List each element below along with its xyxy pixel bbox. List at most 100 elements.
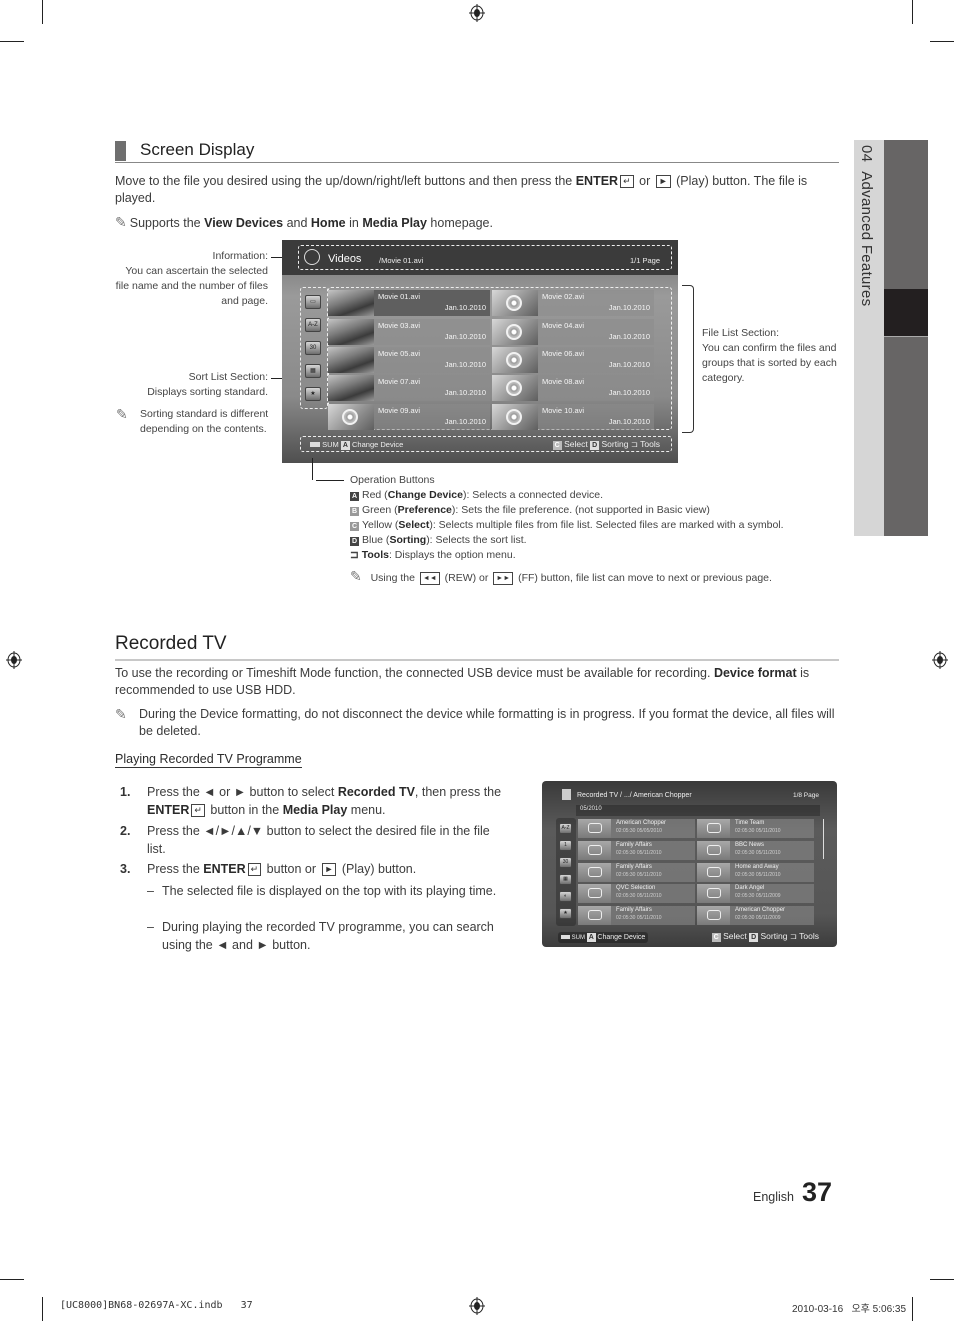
rew-ff-note: ✎ Using the ◄◄ (REW) or ►► (FF) button, …: [350, 569, 800, 586]
recording-item[interactable]: Family Affairs 02:05:30 05/11/2010: [578, 906, 695, 925]
recording-item[interactable]: Family Affairs 02:05:30 05/11/2010: [578, 863, 695, 882]
section-heading-screen-display: Screen Display: [115, 140, 839, 163]
yellow-button-icon: C: [350, 522, 359, 531]
film-reel-icon: [492, 290, 538, 316]
page-indicator: 1/8 Page: [792, 792, 819, 799]
recording-item[interactable]: American Chopper 02:05:30 05/11/2009: [697, 906, 814, 925]
file-item[interactable]: Movie 06.avi Jan.10.2010: [492, 347, 654, 373]
sort-genre-icon[interactable]: ◐: [559, 891, 572, 902]
file-item[interactable]: Movie 09.avi Jan.10.2010: [328, 404, 490, 430]
note-pencil-icon: ✎: [115, 214, 127, 230]
scrollbar[interactable]: [823, 819, 824, 859]
footer-language: English: [753, 1190, 794, 1204]
text: Recorded TV: [337, 785, 415, 799]
annotation-information: Information: You can ascertain the selec…: [112, 249, 268, 309]
page-number: 37: [802, 1177, 833, 1207]
recorded-tv-note: ✎ During the Device formatting, do not d…: [115, 706, 840, 740]
text: Tools: [361, 549, 389, 561]
recording-info: 02:05:30 05/11/2009: [735, 893, 781, 899]
text: ENTER: [147, 802, 190, 817]
sort-star-icon[interactable]: ★: [305, 387, 321, 401]
recording-item[interactable]: QVC Selection 02:05:30 05/11/2010: [578, 884, 695, 903]
select-label[interactable]: Select: [723, 931, 747, 941]
file-item[interactable]: Movie 02.avi Jan.10.2010: [492, 290, 654, 316]
blue-d-button[interactable]: D: [749, 933, 759, 942]
enter-icon: ↵: [247, 863, 262, 877]
file-name: Movie 08.avi: [542, 377, 585, 386]
play-icon: ►: [655, 175, 671, 189]
sort-channel-icon[interactable]: ▦: [559, 874, 572, 885]
film-reel-icon: [342, 409, 358, 425]
file-item[interactable]: Movie 03.avi Jan.10.2010: [328, 319, 490, 345]
sort-az-icon[interactable]: A-Z: [559, 823, 572, 834]
tools-label[interactable]: Tools: [799, 931, 819, 941]
sort-folder-icon[interactable]: ▭: [305, 295, 321, 309]
annotation-sort-note: ✎ Sorting standard is different dependin…: [116, 407, 276, 437]
chapter-tab-strip: [884, 140, 928, 536]
annotation-file-list: File List Section: You can confirm the f…: [702, 326, 842, 386]
change-device-label[interactable]: Change Device: [597, 934, 645, 941]
section-title-recorded-tv: Recorded TV: [115, 633, 227, 654]
video-thumbnail: [328, 375, 374, 401]
file-item[interactable]: Movie 01.avi Jan.10.2010: [328, 290, 490, 316]
recording-item[interactable]: BBC News 02:05:30 05/11/2010: [697, 841, 814, 860]
section-title: Screen Display: [140, 140, 255, 159]
red-a-button[interactable]: A: [340, 441, 350, 450]
recording-title: BBC News: [735, 842, 765, 848]
file-item[interactable]: Movie 04.avi Jan.10.2010: [492, 319, 654, 345]
tools-icon[interactable]: ⊐: [790, 931, 797, 941]
file-date: Jan.10.2010: [444, 417, 486, 426]
step-number: 1.: [120, 785, 131, 799]
sorting-label[interactable]: Sorting: [761, 931, 788, 941]
annotation-body: Sorting standard is different depending …: [140, 408, 269, 435]
sort-calendar-icon[interactable]: ▦: [305, 364, 321, 378]
yellow-c-button[interactable]: C: [711, 933, 721, 942]
recording-info: 02:05:30 05/11/2010: [735, 828, 781, 834]
crop-mark: [42, 0, 43, 24]
change-device-label[interactable]: Change Device: [352, 440, 403, 449]
recording-item[interactable]: American Chopper 02:05:30 05/05/2010: [578, 819, 695, 838]
film-reel-icon: [506, 295, 522, 311]
step-2: 2. Press the ◄/►/▲/▼ button to select th…: [120, 823, 510, 859]
step-1: 1. Press the ◄ or ► button to select Rec…: [120, 784, 510, 820]
step-text: Press the ◄/►/▲/▼ button to select the d…: [147, 824, 490, 856]
blue-d-button[interactable]: D: [590, 441, 600, 450]
tools-icon[interactable]: ⊐: [631, 439, 638, 449]
text: Change Device: [387, 489, 463, 501]
sort-number-icon[interactable]: 1: [559, 840, 572, 851]
file-item[interactable]: Movie 05.avi Jan.10.2010: [328, 347, 490, 373]
recording-item[interactable]: Time Team 02:05:30 05/11/2010: [697, 819, 814, 838]
text: or: [635, 174, 654, 188]
text: in: [345, 216, 363, 230]
tools-label[interactable]: Tools: [640, 439, 660, 449]
sort-a-z-icon[interactable]: A-Z: [305, 318, 321, 332]
select-label[interactable]: Select: [564, 439, 588, 449]
text: Press the ◄ or ► button to select: [147, 785, 338, 799]
recorded-tv-intro: To use the recording or Timeshift Mode f…: [115, 665, 840, 699]
recording-item[interactable]: Dark Angel 02:05:30 05/11/2009: [697, 884, 814, 903]
sort-30-icon[interactable]: 30: [305, 341, 321, 355]
text: button in the: [206, 802, 283, 817]
file-item[interactable]: Movie 08.avi Jan.10.2010: [492, 375, 654, 401]
subpoint-text: During playing the recorded TV programme…: [162, 920, 494, 952]
text: button or: [263, 862, 320, 876]
file-item[interactable]: Movie 07.avi Jan.10.2010: [328, 375, 490, 401]
recording-item[interactable]: Home and Away 02:05:30 05/11/2010: [697, 863, 814, 882]
text: Supports the: [129, 216, 205, 230]
recording-title: Family Affairs: [616, 864, 652, 870]
enter-label: ENTER: [575, 174, 619, 188]
video-camera-icon: [588, 823, 602, 833]
red-a-button[interactable]: A: [586, 933, 596, 942]
file-date: Jan.10.2010: [444, 303, 486, 312]
sorting-label[interactable]: Sorting: [602, 439, 629, 449]
recording-info: 02:05:30 05/11/2010: [616, 872, 662, 878]
sort-date-icon[interactable]: 30: [559, 857, 572, 868]
recording-item[interactable]: Family Affairs 02:05:30 05/11/2010: [578, 841, 695, 860]
video-camera-icon: [707, 867, 721, 877]
text: During the Device formatting, do not dis…: [139, 707, 835, 738]
file-item[interactable]: Movie 10.avi Jan.10.2010: [492, 404, 654, 430]
sort-favorite-icon[interactable]: ★: [559, 908, 572, 919]
annotation-body: You can ascertain the selected file name…: [115, 265, 268, 307]
yellow-c-button[interactable]: C: [552, 441, 562, 450]
video-camera-icon: [588, 867, 602, 877]
